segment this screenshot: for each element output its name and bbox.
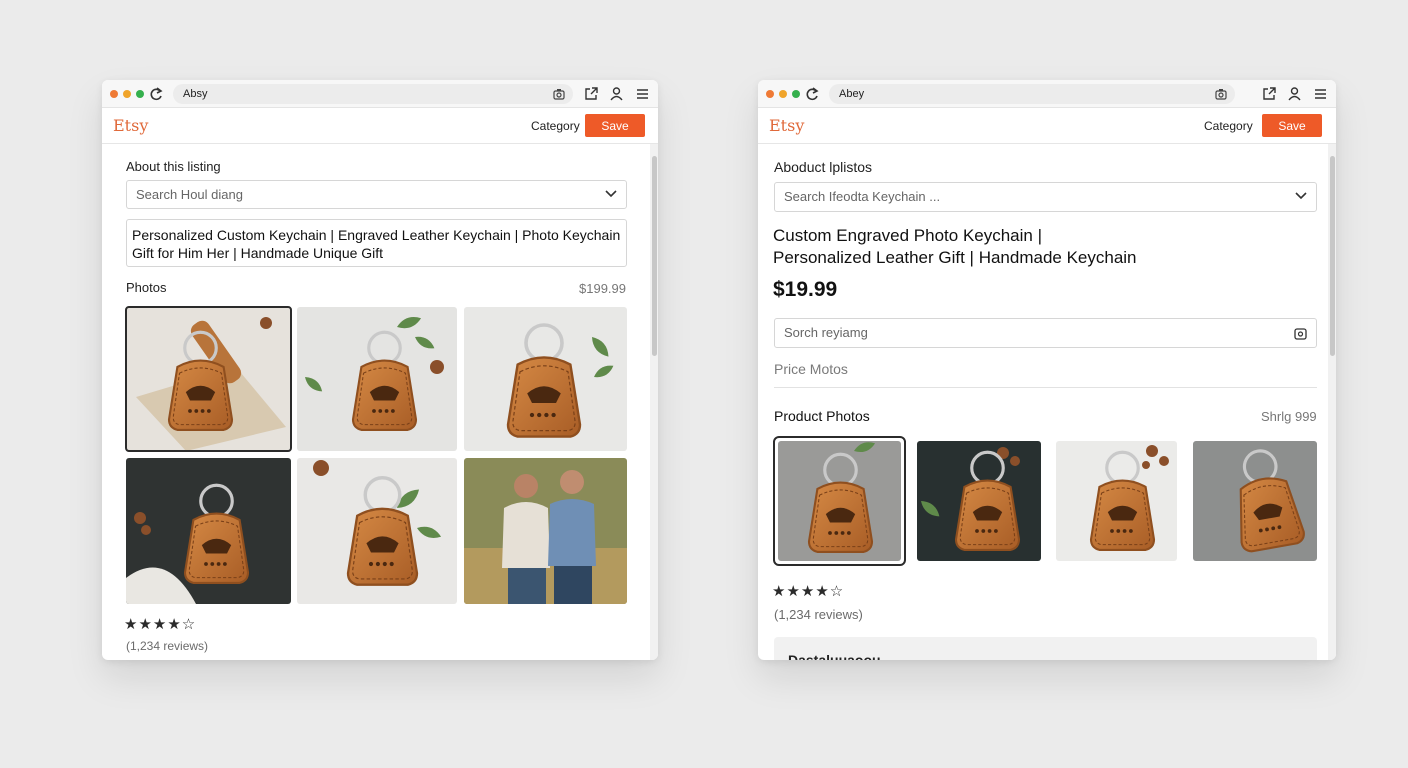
category-link[interactable]: Category xyxy=(531,119,580,133)
rating-stars: ★★★★☆ xyxy=(124,616,197,633)
browser-toolbar: Absy xyxy=(102,80,658,108)
close-window-dot[interactable] xyxy=(766,90,774,98)
screenshot-icon[interactable] xyxy=(553,88,565,100)
listing-title-field[interactable]: Personalized Custom Keychain | Engraved … xyxy=(126,219,627,267)
section-label: Abоduct lplistos xyxy=(774,159,873,175)
chevron-down-icon[interactable] xyxy=(605,190,617,198)
maximize-window-dot[interactable] xyxy=(136,90,144,98)
listing-search-select[interactable]: Search Ifeodta Keychain ... xyxy=(774,182,1317,212)
scrollbar-thumb[interactable] xyxy=(1330,156,1335,356)
etsy-logo[interactable]: Etsy xyxy=(769,116,804,135)
save-button[interactable]: Save xyxy=(1262,114,1322,137)
share-icon[interactable] xyxy=(584,86,599,101)
review-search-input[interactable]: Sorch reyiamg xyxy=(774,318,1317,348)
scrollbar[interactable] xyxy=(650,144,658,660)
photos-label: Photos xyxy=(126,280,167,295)
lifestyle-photo[interactable] xyxy=(464,458,627,604)
listing-title-line-2: Gift for Him Her | Handmade Unique Gift xyxy=(132,245,384,261)
review-search-placeholder: Sorch reyiamg xyxy=(784,325,868,340)
scrollbar-thumb[interactable] xyxy=(652,156,657,356)
product-photo-4[interactable] xyxy=(1193,441,1317,561)
save-button[interactable]: Save xyxy=(585,114,645,137)
minimize-window-dot[interactable] xyxy=(123,90,131,98)
browser-window-right: Abey Etsy Category Save Abоduct lplistos… xyxy=(758,80,1336,660)
product-photo-1[interactable] xyxy=(125,306,292,452)
listing-title: Custom Engraved Photo Keychain | Persona… xyxy=(773,225,1137,269)
divider xyxy=(774,387,1317,388)
browser-toolbar: Abey xyxy=(758,80,1336,108)
product-photo-3[interactable] xyxy=(1056,441,1177,561)
scrollbar[interactable] xyxy=(1328,144,1336,660)
listing-title-line-1: Custom Engraved Photo Keychain | xyxy=(773,226,1043,245)
product-photo-2[interactable] xyxy=(297,307,457,451)
maximize-window-dot[interactable] xyxy=(792,90,800,98)
share-icon[interactable] xyxy=(1262,86,1277,101)
listing-price: $19.99 xyxy=(773,278,838,301)
camera-icon[interactable] xyxy=(1294,327,1307,340)
details-section-title: Dastaluuaoou xyxy=(788,652,881,660)
app-header: Etsy Category Save xyxy=(758,108,1336,144)
search-placeholder: Search Ifeodta Keychain ... xyxy=(784,189,941,204)
rating-stars: ★★★★☆ xyxy=(772,583,845,600)
listing-title-line-2: Personalized Leather Gift | Handmade Key… xyxy=(773,248,1137,267)
price-label: $199.99 xyxy=(579,281,626,296)
listing-search-select[interactable]: Search Houl diang xyxy=(126,180,627,209)
minimize-window-dot[interactable] xyxy=(779,90,787,98)
section-label: About this listing xyxy=(126,159,221,174)
product-photo-2[interactable] xyxy=(917,441,1041,561)
user-icon[interactable] xyxy=(609,86,624,101)
chevron-down-icon[interactable] xyxy=(1295,192,1307,200)
close-window-dot[interactable] xyxy=(110,90,118,98)
product-photo-4[interactable] xyxy=(126,458,291,604)
reload-icon[interactable] xyxy=(805,85,819,103)
reviews-count[interactable]: (1,234 reviews) xyxy=(126,639,208,653)
screenshot-icon[interactable] xyxy=(1215,88,1227,100)
category-link[interactable]: Category xyxy=(1204,119,1253,133)
address-text: Abey xyxy=(839,88,865,100)
browser-window-left: Absy Etsy Category Save About this listi… xyxy=(102,80,658,660)
details-section[interactable]: Dastaluuaoou xyxy=(774,637,1317,660)
menu-icon[interactable] xyxy=(635,86,650,101)
app-header: Etsy Category Save xyxy=(102,108,658,144)
product-photo-5[interactable] xyxy=(297,458,457,604)
listing-title-line-1: Personalized Custom Keychain | Engraved … xyxy=(132,227,621,243)
shipping-label: Shrlg 999 xyxy=(1261,409,1317,424)
product-photo-1[interactable] xyxy=(773,436,906,566)
reviews-count[interactable]: (1,234 reviews) xyxy=(774,607,863,622)
user-icon[interactable] xyxy=(1287,86,1302,101)
address-text: Absy xyxy=(183,88,208,100)
address-bar[interactable]: Absy xyxy=(173,84,573,104)
photos-label: Product Photos xyxy=(774,408,870,424)
search-placeholder: Search Houl diang xyxy=(136,187,243,202)
etsy-logo[interactable]: Etsy xyxy=(113,116,148,135)
product-photo-3[interactable] xyxy=(464,307,627,451)
price-photos-link[interactable]: Price Motos xyxy=(774,361,848,377)
menu-icon[interactable] xyxy=(1313,86,1328,101)
address-bar[interactable]: Abey xyxy=(829,84,1235,104)
reload-icon[interactable] xyxy=(149,85,163,103)
